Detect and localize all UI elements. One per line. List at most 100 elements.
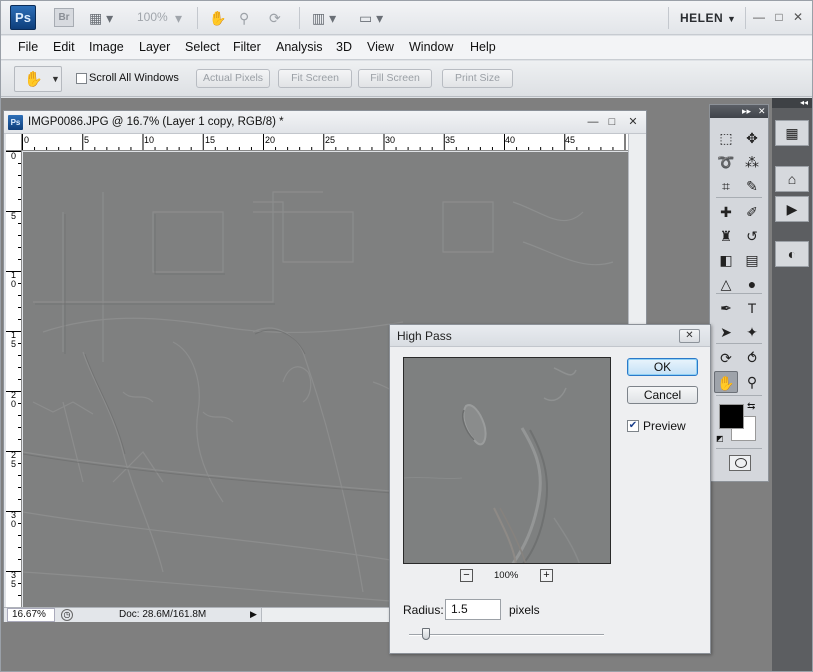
photoshop-logo[interactable]: Ps xyxy=(10,5,36,30)
arrange-icon[interactable]: ▥ ▾ xyxy=(312,9,336,27)
radius-input[interactable]: 1.5 xyxy=(445,599,501,620)
tools-separator xyxy=(716,293,762,294)
ruler-origin[interactable] xyxy=(6,134,22,151)
ruler-label: 35 xyxy=(445,135,456,145)
dialog-title-bar[interactable]: High Pass ✕ xyxy=(390,325,710,347)
ruler-label: 45 xyxy=(565,135,576,145)
doc-restore-button[interactable]: □ xyxy=(605,115,619,129)
history-brush-icon[interactable]: ↺ xyxy=(740,225,764,247)
swap-colors-icon[interactable]: ⇆ xyxy=(747,401,755,412)
scroll-all-windows-label: Scroll All Windows xyxy=(89,72,179,84)
horizontal-ruler[interactable]: 0 5 10 15 20 25 30 35 40 45 xyxy=(22,134,628,151)
high-pass-dialog: High Pass ✕ − 100% + OK Cancel ✔ Preview… xyxy=(389,324,711,654)
type-icon[interactable]: T xyxy=(740,297,764,319)
ruler-label: 30 xyxy=(385,135,396,145)
doc-minimize-button[interactable]: — xyxy=(586,115,600,129)
print-size-button[interactable]: Print Size xyxy=(442,69,513,88)
collapse-panel-icon[interactable]: ▸▸ xyxy=(742,105,751,118)
zoom-level-select[interactable]: 100% xyxy=(137,10,168,24)
actions-icon[interactable]: ▶ xyxy=(775,196,809,222)
clone-stamp-icon[interactable]: ♜ xyxy=(714,225,738,247)
menu-file[interactable]: File xyxy=(18,40,38,54)
separator xyxy=(668,7,669,29)
user-menu[interactable]: HELEN ▼ xyxy=(680,11,736,25)
scroll-all-windows-checkbox[interactable] xyxy=(76,73,87,84)
default-colors-icon[interactable]: ◩ xyxy=(716,434,724,443)
crop-icon[interactable]: ⌗ xyxy=(714,175,738,197)
status-menu-arrow-icon[interactable]: ▶ xyxy=(250,609,257,620)
eyedropper-icon[interactable]: ✎ xyxy=(740,175,764,197)
zoom-icon[interactable]: ⚲ xyxy=(239,9,249,27)
filter-preview[interactable] xyxy=(403,357,611,564)
custom-shape-icon[interactable]: ✦ xyxy=(740,321,764,343)
tools-panel: ▸▸ ✕ ⬚ ✥ ➰ ⁂ ⌗ ✎ ✚ ✐ ♜ ↺ ◧ ▤ △ ● ✒ T ➤ ✦ ⟳ ⥀ ✋ ⚲ ⇆ ◩ xyxy=(709,104,769,482)
hand-icon[interactable]: ✋ xyxy=(714,371,738,393)
rotate-icon[interactable]: ⟳ xyxy=(269,9,281,27)
close-panel-icon[interactable]: ✕ xyxy=(758,105,766,118)
zoom-icon[interactable]: ⚲ xyxy=(740,371,764,393)
document-size-info[interactable]: Doc: 28.6M/161.8M xyxy=(119,609,206,620)
cancel-button[interactable]: Cancel xyxy=(627,386,698,404)
panel-dock: ◂◂ ▦ ⌂ ▶ ◐ xyxy=(772,98,812,671)
tools-panel-header[interactable]: ▸▸ ✕ xyxy=(710,105,768,118)
separator xyxy=(745,7,746,29)
expand-dock-icon[interactable]: ◂◂ xyxy=(772,98,812,108)
lasso-icon[interactable]: ➰ xyxy=(714,151,738,173)
zoom-caret-icon[interactable]: ▾ xyxy=(175,9,182,27)
actual-pixels-button[interactable]: Actual Pixels xyxy=(196,69,270,88)
fill-screen-button[interactable]: Fill Screen xyxy=(358,69,432,88)
bridge-launch-button[interactable]: Br xyxy=(54,8,74,27)
gradient-icon[interactable]: ▤ xyxy=(740,249,764,271)
eraser-icon[interactable]: ◧ xyxy=(714,249,738,271)
menu-window[interactable]: Window xyxy=(409,40,453,54)
screen-mode-icon[interactable]: ▭ ▾ xyxy=(359,9,383,27)
menu-edit[interactable]: Edit xyxy=(53,40,75,54)
hand-icon[interactable]: ✋ xyxy=(209,9,226,27)
vertical-ruler[interactable]: 0 5 1 0 1 5 2 0 2 5 3 0 3 5 xyxy=(6,151,22,607)
menu-select[interactable]: Select xyxy=(185,40,220,54)
document-title-bar[interactable]: Ps IMGP0086.JPG @ 16.7% (Layer 1 copy, R… xyxy=(4,111,646,134)
close-button[interactable]: ✕ xyxy=(790,9,806,25)
radius-slider-thumb[interactable] xyxy=(421,628,430,640)
ok-button[interactable]: OK xyxy=(627,358,698,376)
menu-help[interactable]: Help xyxy=(470,40,496,54)
histogram-icon[interactable]: ▦ xyxy=(775,120,809,146)
status-info-icon[interactable]: ◷ xyxy=(61,609,73,621)
zoom-field[interactable]: 16.67% xyxy=(7,608,55,622)
radius-slider-track[interactable] xyxy=(409,634,604,636)
brush-icon[interactable]: ✐ xyxy=(740,201,764,223)
minimize-button[interactable]: — xyxy=(751,9,767,25)
dialog-close-button[interactable]: ✕ xyxy=(679,329,700,343)
film-icon[interactable]: ▦ ▾ xyxy=(89,9,113,27)
menu-analysis[interactable]: Analysis xyxy=(276,40,323,54)
tool-preset-picker[interactable]: ✋ ▼ xyxy=(14,66,62,92)
pen-icon[interactable]: ✒ xyxy=(714,297,738,319)
menu-3d[interactable]: 3D xyxy=(336,40,352,54)
restore-button[interactable]: □ xyxy=(771,9,787,25)
dodge-icon[interactable]: ● xyxy=(740,273,764,295)
healing-brush-icon[interactable]: ✚ xyxy=(714,201,738,223)
photoshop-window: Ps Br ▦ ▾ 100% ▾ ✋ ⚲ ⟳ ▥ ▾ ▭ ▾ HELEN ▼ —… xyxy=(0,0,813,672)
preview-checkbox[interactable]: ✔ xyxy=(627,420,639,432)
menu-layer[interactable]: Layer xyxy=(139,40,170,54)
doc-close-button[interactable]: ✕ xyxy=(626,115,640,129)
ruler-label: 3 5 xyxy=(11,570,17,589)
path-selection-icon[interactable]: ➤ xyxy=(714,321,738,343)
preview-zoom-in-button[interactable]: + xyxy=(540,569,553,582)
3d-orbit-icon[interactable]: ⥀ xyxy=(740,347,764,369)
marquee-icon[interactable]: ⬚ xyxy=(714,127,738,149)
tools-separator xyxy=(716,395,762,396)
blur-icon[interactable]: △ xyxy=(714,273,738,295)
move-icon[interactable]: ✥ xyxy=(740,127,764,149)
magic-wand-icon[interactable]: ⁂ xyxy=(740,151,764,173)
menu-filter[interactable]: Filter xyxy=(233,40,261,54)
3d-rotate-icon[interactable]: ⟳ xyxy=(714,347,738,369)
mini-bridge-icon[interactable]: ⌂ xyxy=(775,166,809,192)
quick-mask-button[interactable] xyxy=(729,455,751,471)
menu-image[interactable]: Image xyxy=(89,40,124,54)
menu-view[interactable]: View xyxy=(367,40,394,54)
adjustments-icon[interactable]: ◐ xyxy=(775,241,809,267)
fit-screen-button[interactable]: Fit Screen xyxy=(278,69,352,88)
foreground-color-swatch[interactable] xyxy=(719,404,744,429)
preview-zoom-out-button[interactable]: − xyxy=(460,569,473,582)
